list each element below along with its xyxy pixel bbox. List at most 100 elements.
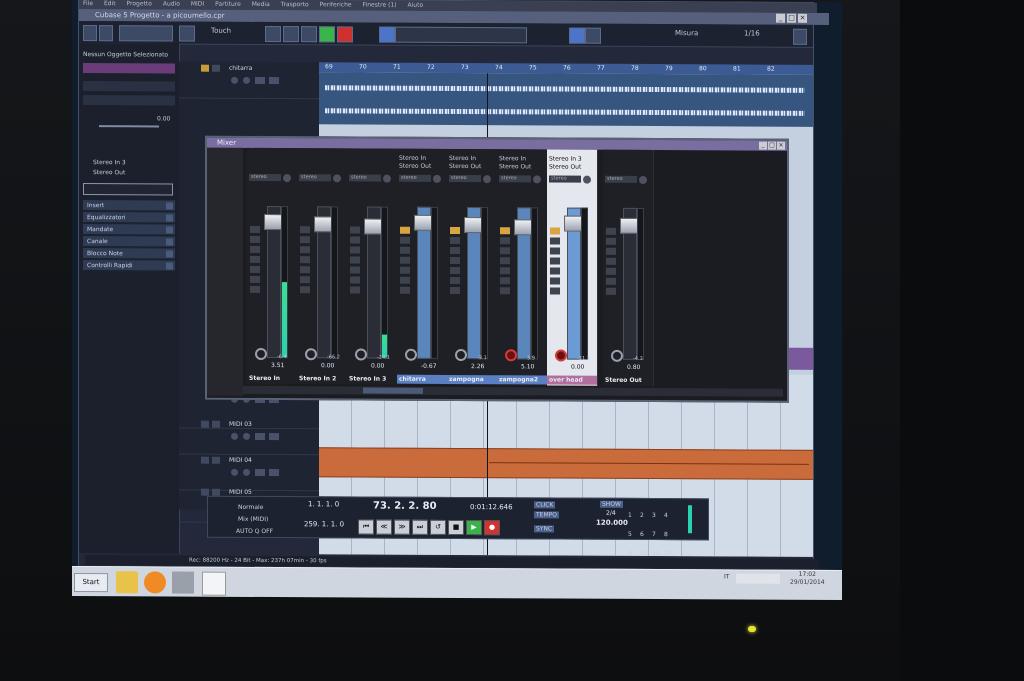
automation-mode-icon[interactable]: [179, 25, 195, 42]
channel-monitor-button[interactable]: [255, 347, 267, 361]
inspector-section-sends[interactable]: Mandate: [83, 224, 175, 236]
track-mute-button[interactable]: [201, 64, 209, 72]
track-mute-button[interactable]: [201, 488, 209, 496]
language-indicator[interactable]: IT: [724, 573, 729, 580]
track-name[interactable]: MIDI 04: [229, 457, 252, 464]
channel-solo-button[interactable]: [400, 256, 410, 264]
pan-knob-icon[interactable]: [333, 174, 341, 183]
channel-name[interactable]: Stereo In: [247, 374, 297, 383]
pan-knob-icon[interactable]: [533, 175, 541, 184]
channel-output[interactable]: Stereo Out: [549, 163, 582, 171]
channel-name[interactable]: chitarra: [397, 374, 447, 384]
edit-tools-group[interactable]: [395, 26, 527, 44]
channel-solo-button[interactable]: [250, 255, 260, 263]
channel-write-button[interactable]: [500, 287, 510, 295]
quantize-value[interactable]: 1/16: [744, 30, 760, 38]
channel-solo-button[interactable]: [606, 257, 616, 265]
midi-event-midi-04[interactable]: [319, 447, 813, 480]
track-solo-button[interactable]: [212, 488, 220, 496]
mixer-channel[interactable]: Stereo In Stereo Out stereo -0.67 chitarra: [397, 148, 448, 385]
pan-knob-icon[interactable]: [383, 174, 391, 183]
channel-mute-button[interactable]: [300, 246, 310, 254]
mixer-maximize-button[interactable]: □: [768, 141, 776, 150]
menu-midi[interactable]: MIDI: [191, 1, 204, 8]
inspector-section-notepad[interactable]: Blocco Note: [83, 248, 175, 260]
left-locator[interactable]: 1. 1. 1. 0: [308, 500, 339, 508]
channel-name[interactable]: Stereo Out: [603, 376, 653, 385]
channel-edit-button[interactable]: [400, 226, 410, 234]
channel-volume[interactable]: 5.10: [521, 363, 534, 370]
mixer-channel[interactable]: stereo -24.1 0.00 Stereo In 3: [347, 148, 398, 385]
goto-end-icon[interactable]: ⏭: [412, 519, 428, 535]
channel-name[interactable]: Stereo In 3: [347, 374, 397, 383]
media-player-icon[interactable]: [144, 571, 166, 594]
inspector-volume-slider[interactable]: [99, 125, 159, 128]
channel-listen-button[interactable]: [550, 267, 560, 275]
mixer-channel[interactable]: Stereo In Stereo Out stereo -3.1 2.26 zampogn…: [447, 148, 498, 386]
stop-icon[interactable]: ■: [448, 519, 464, 536]
channel-listen-button[interactable]: [606, 267, 616, 275]
show-markers-button[interactable]: SHOW: [600, 500, 623, 508]
mixer-channel[interactable]: Stereo In 3 Stereo Out stereo -11.3 0.00 over…: [547, 149, 598, 386]
channel-edit-button[interactable]: [350, 226, 360, 234]
track-solo-button[interactable]: [212, 64, 220, 72]
channel-write-button[interactable]: [606, 287, 616, 295]
section-toggle-icon[interactable]: [166, 262, 173, 270]
channel-mute-button[interactable]: [606, 247, 616, 255]
track-record-button[interactable]: [231, 468, 238, 476]
mixer-scrollbar[interactable]: [243, 385, 783, 397]
mixer-common-panel[interactable]: [207, 147, 243, 396]
channel-mute-button[interactable]: [350, 246, 360, 254]
channel-read-button[interactable]: [400, 276, 410, 284]
inspector-section-insert[interactable]: Insert: [83, 200, 175, 212]
clock[interactable]: 17:02 29/01/2014: [790, 571, 825, 587]
track-read-button[interactable]: [255, 76, 265, 84]
track-write-button[interactable]: [269, 77, 279, 85]
channel-mute-button[interactable]: [500, 247, 510, 255]
channel-bypass-button[interactable]: [400, 236, 410, 244]
channel-edit-button[interactable]: [300, 226, 310, 234]
marker-button[interactable]: 5: [628, 531, 640, 538]
color-tool-icon[interactable]: [793, 28, 807, 45]
inspector-field[interactable]: [83, 183, 173, 196]
pan-knob-icon[interactable]: [639, 175, 647, 184]
channel-stereo-selector[interactable]: stereo: [499, 175, 531, 183]
channel-listen-button[interactable]: [500, 267, 510, 275]
channel-listen-button[interactable]: [350, 266, 360, 274]
channel-read-button[interactable]: [500, 277, 510, 285]
track-record-button[interactable]: [231, 432, 238, 440]
pan-knob-icon[interactable]: [433, 174, 441, 183]
menu-trasporto[interactable]: Trasporto: [281, 1, 309, 8]
channel-bypass-button[interactable]: [550, 237, 560, 245]
marker-button[interactable]: 10: [640, 550, 652, 557]
channel-monitor-button[interactable]: [305, 348, 317, 361]
channel-listen-button[interactable]: [250, 265, 260, 273]
forward-icon[interactable]: ≫: [394, 519, 410, 535]
channel-fader-handle[interactable]: [564, 215, 582, 232]
channel-volume[interactable]: 0.80: [627, 364, 640, 371]
channel-fader-handle[interactable]: [414, 214, 432, 231]
channel-read-button[interactable]: [450, 276, 460, 285]
channel-routing[interactable]: Stereo In 3 Stereo Out: [549, 155, 582, 171]
cubase-icon[interactable]: [202, 571, 226, 596]
object-selection-tool-icon[interactable]: [379, 26, 395, 43]
record-button[interactable]: [337, 26, 353, 43]
menu-file[interactable]: File: [83, 0, 93, 7]
goto-start-button[interactable]: [265, 25, 281, 43]
channel-volume[interactable]: 0.00: [571, 364, 584, 371]
right-locator[interactable]: 259. 1. 1. 0: [304, 520, 344, 528]
channel-edit-button[interactable]: [500, 227, 510, 235]
channel-name[interactable]: zampogna: [447, 374, 497, 385]
section-toggle-icon[interactable]: [166, 214, 173, 222]
pan-knob-icon[interactable]: [283, 174, 291, 183]
track-row[interactable]: chitarra: [179, 61, 319, 100]
record-icon[interactable]: ●: [484, 520, 500, 536]
channel-solo-button[interactable]: [300, 256, 310, 264]
channel-monitor-button[interactable]: [355, 348, 367, 361]
channel-write-button[interactable]: [400, 286, 410, 294]
channel-solo-button[interactable]: [500, 257, 510, 265]
channel-stereo-selector[interactable]: stereo: [549, 175, 581, 183]
channel-name[interactable]: over head: [547, 375, 597, 385]
channel-stereo-selector[interactable]: stereo: [299, 174, 331, 182]
inspector-track-buttons[interactable]: [83, 81, 175, 92]
